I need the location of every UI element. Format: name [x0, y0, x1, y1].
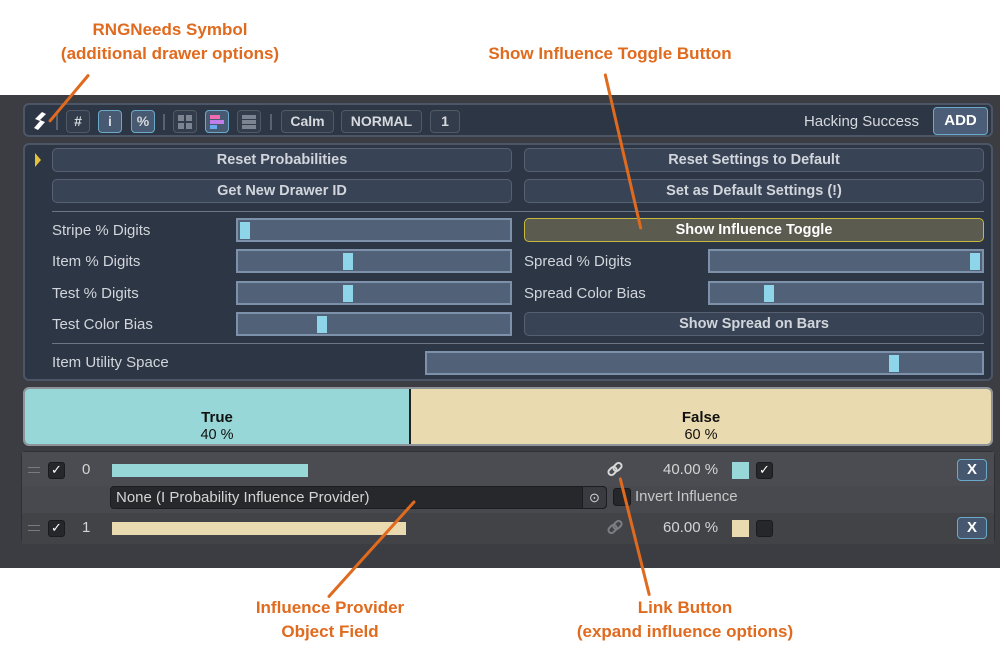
segment-percent: 40 % [200, 427, 234, 443]
test-color-bias-label: Test Color Bias [52, 316, 153, 333]
show-spread-on-bars-button[interactable]: Show Spread on Bars [524, 312, 984, 336]
target-icon: ⊙ [589, 490, 600, 505]
palette-button[interactable]: Calm [281, 110, 334, 133]
info-toggle-button[interactable]: i [98, 110, 122, 133]
remove-item-button[interactable]: X [957, 459, 987, 481]
drawer-toolbar: # i % Calm NORMAL 1 Hacking Success ADD [23, 103, 993, 137]
item-color-swatch[interactable] [732, 520, 749, 537]
list-view-icon [242, 115, 256, 129]
spread-digits-label: Spread % Digits [524, 253, 632, 270]
item-enabled-checkbox[interactable]: ✓ [48, 462, 65, 479]
item-probability-bar[interactable] [112, 522, 406, 535]
slider-thumb[interactable] [970, 253, 980, 270]
influence-provider-value: None (I Probability Influence Provider) [116, 489, 370, 506]
segment-name: True [201, 409, 233, 426]
show-influence-toggle-button[interactable]: Show Influence Toggle [524, 218, 984, 242]
list-view-button[interactable] [237, 110, 261, 133]
slider-thumb[interactable] [888, 355, 899, 372]
item-utility-space-slider[interactable] [425, 351, 984, 375]
segment-percent: 60 % [684, 427, 718, 443]
invert-influence-label: Invert Influence [635, 488, 738, 505]
collapse-arrow-icon[interactable] [35, 153, 41, 167]
annotation-line: Link Button [637, 598, 733, 617]
item-lock-checkbox[interactable]: ✓ [756, 462, 773, 479]
drag-handle-icon[interactable] [28, 467, 40, 473]
remove-item-button[interactable]: X [957, 517, 987, 539]
spread-color-bias-label: Spread Color Bias [524, 285, 646, 302]
slider-thumb[interactable] [240, 222, 250, 239]
annotation-line: Influence Provider [255, 598, 405, 617]
item-index: 1 [82, 519, 91, 536]
set-default-settings-button[interactable]: Set as Default Settings (!) [524, 179, 984, 203]
grid-view-button[interactable] [173, 110, 197, 133]
item-enabled-checkbox[interactable]: ✓ [48, 520, 65, 537]
test-digits-slider[interactable] [236, 281, 512, 305]
link-icon [607, 519, 623, 535]
pick-mode-button[interactable]: NORMAL [341, 110, 422, 133]
list-name-label: Hacking Success [803, 113, 919, 130]
item-color-swatch[interactable] [732, 462, 749, 479]
percent-toggle-button[interactable]: % [131, 110, 155, 133]
get-drawer-id-button[interactable]: Get New Drawer ID [52, 179, 512, 203]
annotation-rngneeds-symbol: RNGNeeds Symbol (additional drawer optio… [20, 18, 320, 66]
item-probability-bar[interactable] [112, 464, 308, 477]
pick-count-field[interactable]: 1 [430, 110, 460, 133]
annotation-show-influence-toggle: Show Influence Toggle Button [488, 44, 732, 63]
annotation-line: RNGNeeds Symbol [92, 20, 248, 39]
toolbar-separator [163, 114, 165, 130]
item-index: 0 [82, 461, 91, 478]
toolbar-separator [56, 114, 58, 130]
influence-provider-field[interactable]: None (I Probability Influence Provider) … [110, 486, 607, 509]
item-probability-value[interactable]: 60.00 % [663, 519, 718, 536]
slider-thumb[interactable] [317, 316, 328, 333]
probability-stripe[interactable]: True 40 % False 60 % [23, 387, 993, 446]
stripe-view-button[interactable] [205, 110, 229, 133]
item-probability-value[interactable]: 40.00 % [663, 461, 718, 478]
stripe-digits-slider[interactable] [236, 218, 512, 242]
item-lock-checkbox[interactable] [756, 520, 773, 537]
annotation-line: Object Field [281, 622, 379, 641]
stripe-segment-true[interactable]: True 40 % [25, 389, 411, 444]
reset-settings-button[interactable]: Reset Settings to Default [524, 148, 984, 172]
spread-color-bias-slider[interactable] [708, 281, 984, 305]
spread-digits-slider[interactable] [708, 249, 984, 273]
item-digits-label: Item % Digits [52, 253, 141, 270]
reset-probabilities-button[interactable]: Reset Probabilities [52, 148, 512, 172]
stripe-segment-false[interactable]: False 60 % [411, 389, 991, 444]
item-utility-space-label: Item Utility Space [52, 354, 169, 371]
test-digits-label: Test % Digits [52, 285, 139, 302]
grid-view-icon [178, 115, 192, 129]
stripe-digits-label: Stripe % Digits [52, 222, 151, 239]
list-item: ✓ 1 60.00 % X [22, 513, 994, 544]
hash-toggle-button[interactable]: # [66, 110, 90, 133]
object-picker-button[interactable]: ⊙ [582, 487, 606, 508]
divider [52, 343, 984, 344]
link-button[interactable] [606, 518, 624, 540]
settings-panel: Reset Probabilities Reset Settings to De… [23, 143, 993, 381]
slider-thumb[interactable] [763, 285, 774, 302]
link-icon [607, 461, 623, 477]
list-item: ✓ 0 40.00 % ✓ X [22, 452, 994, 486]
rngneeds-logo-icon[interactable] [31, 111, 49, 131]
toolbar-separator [270, 114, 272, 130]
divider [52, 211, 984, 212]
annotation-line: (expand influence options) [576, 622, 794, 641]
add-item-button[interactable]: ADD [933, 107, 988, 135]
annotation-line: (additional drawer options) [60, 44, 280, 63]
slider-thumb[interactable] [343, 253, 354, 270]
stripe-view-icon [210, 115, 224, 129]
annotation-influence-provider: Influence Provider Object Field [200, 596, 460, 644]
item-digits-slider[interactable] [236, 249, 512, 273]
segment-name: False [681, 409, 721, 426]
drag-handle-icon[interactable] [28, 525, 40, 531]
annotation-link-button: Link Button (expand influence options) [520, 596, 850, 644]
test-color-bias-slider[interactable] [236, 312, 512, 336]
slider-thumb[interactable] [343, 285, 354, 302]
